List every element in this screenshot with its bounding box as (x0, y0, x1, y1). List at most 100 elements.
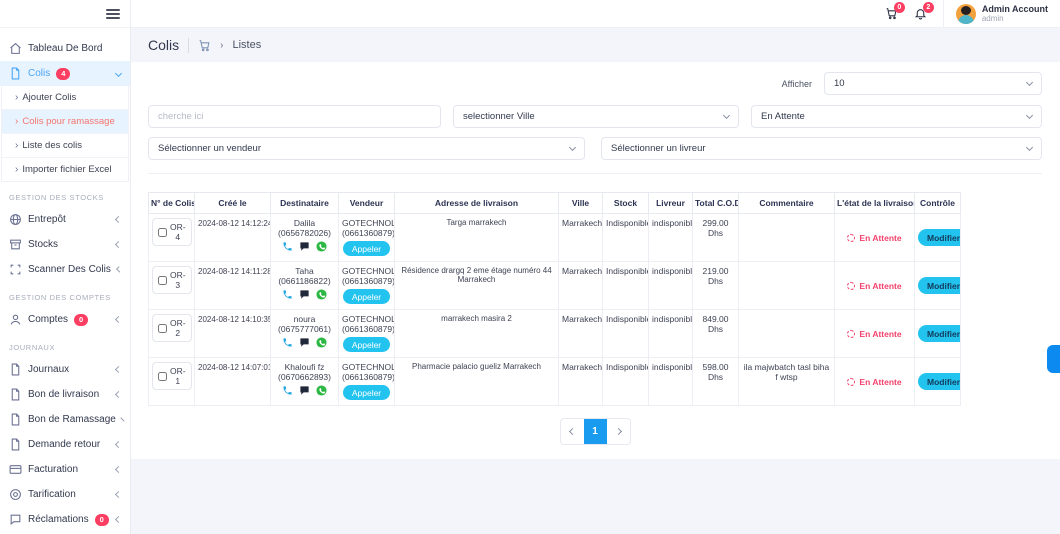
order-id-cell: OR-3 (149, 262, 195, 310)
nav-section-label: GESTION DES COMPTES (0, 282, 130, 307)
sms-icon[interactable] (299, 289, 310, 300)
user-menu[interactable]: Admin Account admin (943, 0, 1048, 27)
vendor-select[interactable]: Sélectionner un vendeur (148, 137, 585, 160)
chevron-down-icon (115, 70, 122, 77)
call-vendor-button[interactable]: Appeler (343, 289, 390, 304)
order-id-box: OR-4 (152, 218, 192, 246)
page-1-button[interactable]: 1 (584, 419, 607, 444)
cart-button[interactable]: 0 (885, 7, 898, 20)
sidebar-item-bon-de-ramassage[interactable]: Bon de Ramassage (0, 407, 130, 432)
prev-page-button[interactable] (561, 419, 584, 444)
spinner-icon (847, 282, 855, 290)
sidebar-item-demande-retour[interactable]: Demande retour (0, 432, 130, 457)
courier-select[interactable]: Sélectionner un livreur (601, 137, 1042, 160)
whatsapp-icon[interactable] (316, 385, 327, 396)
breadcrumb-current[interactable]: Listes (232, 39, 261, 51)
breadcrumb: Colis › Listes (130, 28, 1060, 62)
sms-icon[interactable] (299, 385, 310, 396)
page-size-select[interactable]: 10 (824, 72, 1042, 95)
recipient-cell: Dalila (0656782026) (271, 214, 339, 262)
chevron-right-icon: › (15, 117, 18, 127)
row-checkbox[interactable] (158, 276, 167, 285)
table-row: OR-1 2024-08-12 14:07:01 Khaloufi fz (06… (149, 358, 961, 406)
row-checkbox[interactable] (158, 228, 167, 237)
row-checkbox[interactable] (158, 324, 167, 333)
order-id-cell: OR-1 (149, 358, 195, 406)
status-select[interactable]: En Attente (751, 105, 1042, 128)
sidebar-item-bon-de-livraison[interactable]: Bon de livraison (0, 382, 130, 407)
chevron-left-icon (115, 441, 122, 448)
notifications-button[interactable]: 2 (914, 7, 927, 20)
comment-cell (739, 310, 835, 358)
row-checkbox[interactable] (158, 372, 167, 381)
whatsapp-icon[interactable] (316, 289, 327, 300)
sidebar-item-tarification[interactable]: Tarification (0, 482, 130, 507)
modify-button[interactable]: Modifier (918, 325, 961, 342)
sidebar-item-liste-des-colis[interactable]: ›Liste des colis (2, 134, 128, 158)
modify-button[interactable]: Modifier (918, 373, 961, 390)
cart-badge: 0 (894, 2, 905, 13)
modify-button[interactable]: Modifier (918, 277, 961, 294)
sidebar-item-ajouter-colis[interactable]: ›Ajouter Colis (2, 86, 128, 110)
vendor-cell: GOTECHNOLOGY (0661360879) Appeler (339, 358, 395, 406)
sidebar-item-reclamations[interactable]: Réclamations0 (0, 507, 130, 532)
sidebar: Tableau De BordColis4›Ajouter Colis›Coli… (0, 0, 130, 534)
spinner-icon (847, 330, 855, 338)
control-cell: Modifier (915, 310, 961, 358)
next-page-button[interactable] (607, 419, 630, 444)
call-vendor-button[interactable]: Appeler (343, 337, 390, 352)
sidebar-item-tableau-de-bord[interactable]: Tableau De Bord (0, 36, 130, 61)
chevron-left-icon (120, 417, 124, 421)
whatsapp-icon[interactable] (316, 337, 327, 348)
column-header: L'état de la livraison (835, 193, 915, 214)
courier-cell: indisponible (649, 358, 693, 406)
chevron-right-icon: › (15, 141, 18, 151)
call-vendor-button[interactable]: Appeler (343, 241, 390, 256)
floating-settings-button[interactable] (1047, 345, 1060, 373)
afficher-label: Afficher (782, 79, 812, 89)
stock-cell: Indisponible (603, 358, 649, 406)
chevron-down-icon (569, 144, 576, 151)
file-icon (9, 67, 22, 80)
column-header: Destinataire (271, 193, 339, 214)
created-cell: 2024-08-12 14:07:01 (195, 358, 271, 406)
whatsapp-icon[interactable] (316, 241, 327, 252)
stock-cell: Indisponible (603, 262, 649, 310)
city-select[interactable]: selectionner Ville (453, 105, 739, 128)
chevron-left-icon (115, 241, 122, 248)
sidebar-item-facturation[interactable]: Facturation (0, 457, 130, 482)
chevron-left-icon (116, 266, 122, 272)
order-id-cell: OR-4 (149, 214, 195, 262)
page-title: Colis (148, 37, 179, 53)
sidebar-item-importer-fichier-excel[interactable]: ›Importer fichier Excel (2, 158, 128, 181)
chevron-left-icon (115, 491, 122, 498)
sidebar-item-comptes[interactable]: Comptes0 (0, 307, 130, 332)
sidebar-item-stocks[interactable]: Stocks (0, 232, 130, 257)
courier-cell: indisponible (649, 262, 693, 310)
control-cell: Modifier (915, 358, 961, 406)
hamburger-menu-icon[interactable] (106, 7, 120, 21)
column-header: Commentaire (739, 193, 835, 214)
modify-button[interactable]: Modifier (918, 229, 961, 246)
phone-icon[interactable] (282, 385, 293, 396)
sidebar-item-scanner-des-colis[interactable]: Scanner Des Colis (0, 257, 130, 282)
call-vendor-button[interactable]: Appeler (343, 385, 390, 400)
phone-icon[interactable] (282, 241, 293, 252)
cod-cell: 849.00 Dhs (693, 310, 739, 358)
sms-icon[interactable] (299, 337, 310, 348)
home-icon (9, 42, 22, 55)
sidebar-item-journaux[interactable]: Journaux (0, 357, 130, 382)
pagination: 1 (148, 418, 1042, 445)
delivery-state-cell: En Attente (835, 358, 915, 406)
phone-icon[interactable] (282, 289, 293, 300)
sidebar-item-colis-pour-ramassage[interactable]: ›Colis pour ramassage (2, 110, 128, 134)
search-input[interactable] (148, 105, 441, 128)
sidebar-item-colis[interactable]: Colis4 (0, 61, 130, 86)
sms-icon[interactable] (299, 241, 310, 252)
card-icon (9, 463, 22, 476)
count-badge: 0 (95, 514, 109, 526)
main-area: 0 2 Admin Account admin Colis (130, 0, 1060, 534)
phone-icon[interactable] (282, 337, 293, 348)
sidebar-item-entrepot[interactable]: Entrepôt (0, 207, 130, 232)
topbar: 0 2 Admin Account admin (130, 0, 1060, 28)
